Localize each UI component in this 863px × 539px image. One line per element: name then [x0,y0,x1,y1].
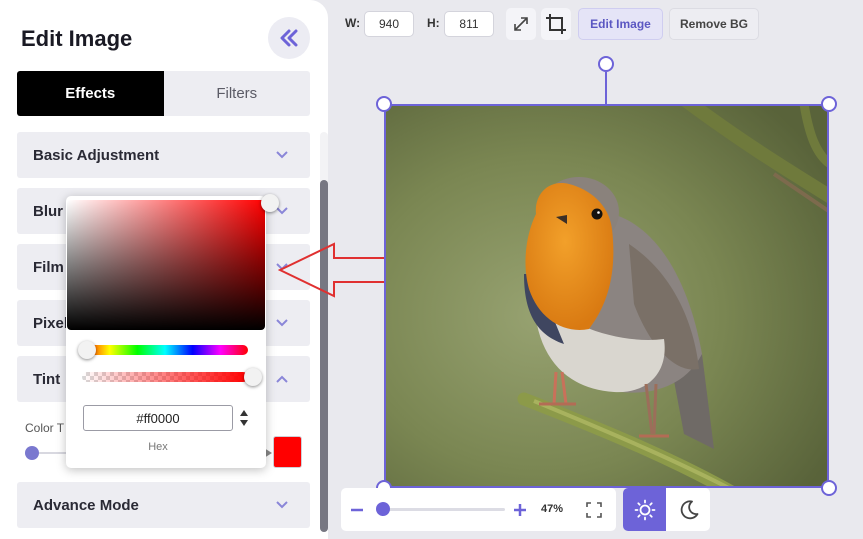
theme-toggle [623,488,710,531]
chevron-up-icon [276,375,288,383]
zoom-in-button[interactable] [512,502,528,518]
color-format-label: Hex [148,441,168,453]
alpha-slider[interactable] [82,372,248,382]
effects-filters-tabs: Effects Filters [17,71,310,116]
zoom-slider-track[interactable] [383,508,505,511]
section-basic-adjustment[interactable]: Basic Adjustment [17,132,310,178]
hue-slider[interactable] [82,345,248,355]
crop-icon [546,14,566,34]
chevron-down-icon [276,501,288,509]
height-input[interactable] [444,11,494,37]
annotation-arrow-icon [278,242,397,298]
double-chevron-left-icon [280,29,298,47]
color-tint-slider-thumb[interactable] [25,446,39,460]
zoom-slider-thumb[interactable] [376,502,390,516]
crop-button[interactable] [541,8,571,40]
resize-handle-bottom-right[interactable] [821,480,837,496]
format-toggle-icon[interactable] [239,408,249,428]
tint-color-swatch[interactable] [273,436,302,468]
height-label: H: [427,16,440,30]
collapse-sidebar-button[interactable] [268,17,310,59]
sidebar-scrollbar-thumb[interactable] [320,180,328,532]
rotation-handle[interactable] [598,56,614,72]
rotation-handle-line [605,72,607,104]
width-input[interactable] [364,11,414,37]
section-label: Pixel [33,314,69,332]
width-label: W: [345,16,361,30]
zoom-controls: 47% [341,488,616,531]
sun-icon [634,499,655,520]
light-mode-button[interactable] [623,488,666,531]
hex-input[interactable] [83,405,233,431]
section-label: Advance Mode [33,496,139,514]
section-label: Basic Adjustment [33,146,160,164]
zoom-level: 47% [541,503,564,515]
remove-bg-button[interactable]: Remove BG [669,8,759,40]
resize-button[interactable] [506,8,536,40]
canvas-image[interactable] [384,104,829,488]
color-tint-label: Color T [25,421,65,435]
zoom-out-button[interactable] [349,502,365,518]
dark-mode-button[interactable] [667,488,710,531]
edit-image-button[interactable]: Edit Image [578,8,663,40]
section-label: Tint [33,370,61,388]
saturation-area[interactable] [67,200,265,330]
tab-effects[interactable]: Effects [17,71,164,116]
section-label: Blur [33,202,63,220]
resize-handle-top-left[interactable] [376,96,392,112]
moon-icon [680,499,698,519]
fullscreen-icon[interactable] [585,501,603,519]
chevron-down-icon [276,319,288,327]
color-picker-popover: Hex [66,194,279,468]
saturation-handle[interactable] [261,194,279,212]
chevron-down-icon [276,151,288,159]
expand-arrows-icon [514,17,528,31]
section-label: Film [33,258,64,276]
robin-photo [384,104,829,488]
alpha-slider-handle[interactable] [244,368,262,386]
tab-filters[interactable]: Filters [164,71,311,116]
section-advance-mode[interactable]: Advance Mode [17,482,310,528]
sidebar-title: Edit Image [21,26,133,51]
resize-handle-top-right[interactable] [821,96,837,112]
hue-slider-handle[interactable] [78,341,96,359]
